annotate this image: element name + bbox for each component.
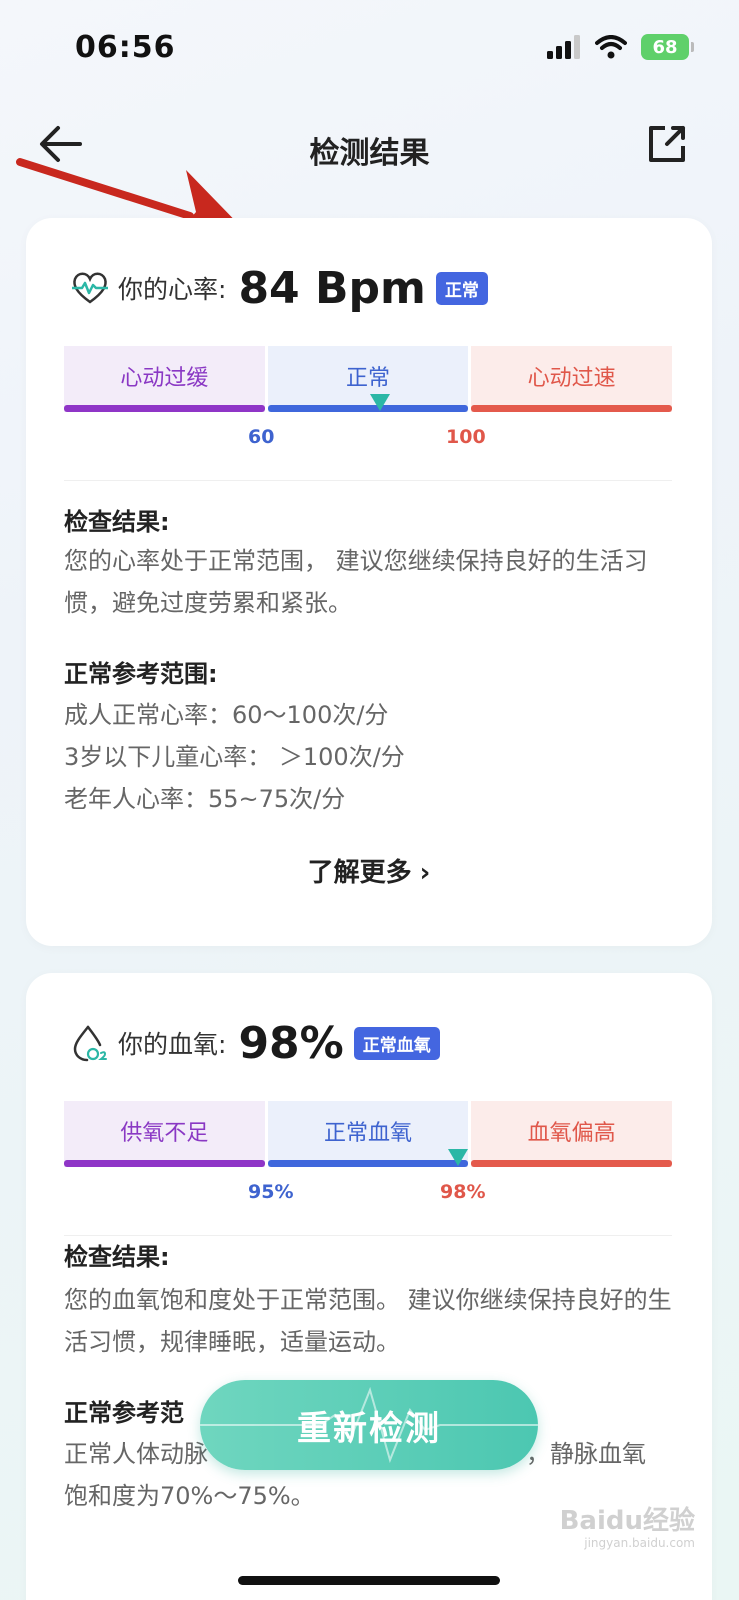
blood-oxygen-pointer [448,1149,468,1166]
retest-button[interactable]: 重新检测 [200,1380,538,1470]
blood-oxygen-label: 你的血氧: [118,1030,227,1059]
oxygen-result-title: 检查结果: [64,1243,170,1271]
blood-oxygen-badge: 正常血氧 [353,1026,440,1060]
battery-indicator: 68 [641,34,694,60]
heart-rate-value: 84 Bpm [238,262,426,314]
segment-normal: 正常 [267,346,469,412]
status-time: 06:56 [75,30,176,65]
oxygen-tick-low: 95% [248,1181,294,1203]
heart-rate-badge: 正常 [435,271,488,305]
heart-result-title: 检查结果: [64,508,170,536]
home-indicator [238,1576,500,1585]
heart-range-line-2: 3岁以下儿童心率： ＞100次/分 [64,743,405,771]
baidu-watermark: Baidu经验 jingyan.baidu.com [560,1508,695,1554]
learn-more-label: 了解更多 [307,858,412,888]
blood-oxygen-range-bar: 供氧不足 正常血氧 血氧偏高 [64,1101,673,1167]
divider [64,480,672,481]
heart-tick-low: 60 [248,426,275,448]
heart-learn-more-link[interactable]: 了解更多 › [26,852,712,889]
status-bar: 06:56 68 [0,0,739,100]
oxygen-range-text-b: ，静脉血氧 [526,1440,646,1468]
battery-level: 68 [652,36,678,58]
heart-result-text: 您的心率处于正常范围， 建议您继续保持良好的生活习惯，避免过度劳累和紧张。 [64,547,648,617]
segment-bradycardia: 心动过缓 [64,346,265,412]
heart-rate-card: 你的心率: 84 Bpm 正常 心动过缓 正常 心动过速 60 100 检查结果… [26,218,712,946]
heart-rate-header: 你的心率: 84 Bpm 正常 [70,260,488,316]
heart-rate-pointer [370,394,390,411]
wifi-icon [595,35,627,59]
status-icons: 68 [547,34,694,60]
heart-range-line-1: 成人正常心率：60～100次/分 [64,701,389,729]
segment-high-oxygen: 血氧偏高 [471,1101,673,1167]
segment-normal-oxygen: 正常血氧 [267,1101,469,1167]
retest-label: 重新检测 [297,1408,441,1449]
blood-oxygen-header: 你的血氧: 98% 正常血氧 [70,1015,440,1071]
heart-range-title: 正常参考范围: [64,660,218,688]
oxygen-drop-icon [73,1025,107,1062]
segment-low-oxygen: 供氧不足 [64,1101,265,1167]
segment-tachycardia: 心动过速 [471,346,673,412]
oxygen-range-title: 正常参考范 [64,1399,184,1427]
heart-rate-range-bar: 心动过缓 正常 心动过速 [64,346,673,412]
heart-pulse-icon [72,272,108,304]
share-external-icon [649,126,685,162]
oxygen-tick-high: 98% [440,1181,486,1203]
heart-range-line-3: 老年人心率：55~75次/分 [64,785,346,813]
heart-tick-high: 100 [446,426,486,448]
blood-oxygen-value: 98% [238,1017,344,1069]
heart-rate-label: 你的心率: [118,275,227,304]
chevron-right-icon: › [419,858,431,888]
share-button[interactable] [645,122,689,166]
signal-icon [547,35,580,59]
oxygen-result-text: 您的血氧饱和度处于正常范围。 建议你继续保持良好的生活习惯，规律睡眠，适量运动。 [64,1286,672,1356]
divider [64,1235,672,1236]
